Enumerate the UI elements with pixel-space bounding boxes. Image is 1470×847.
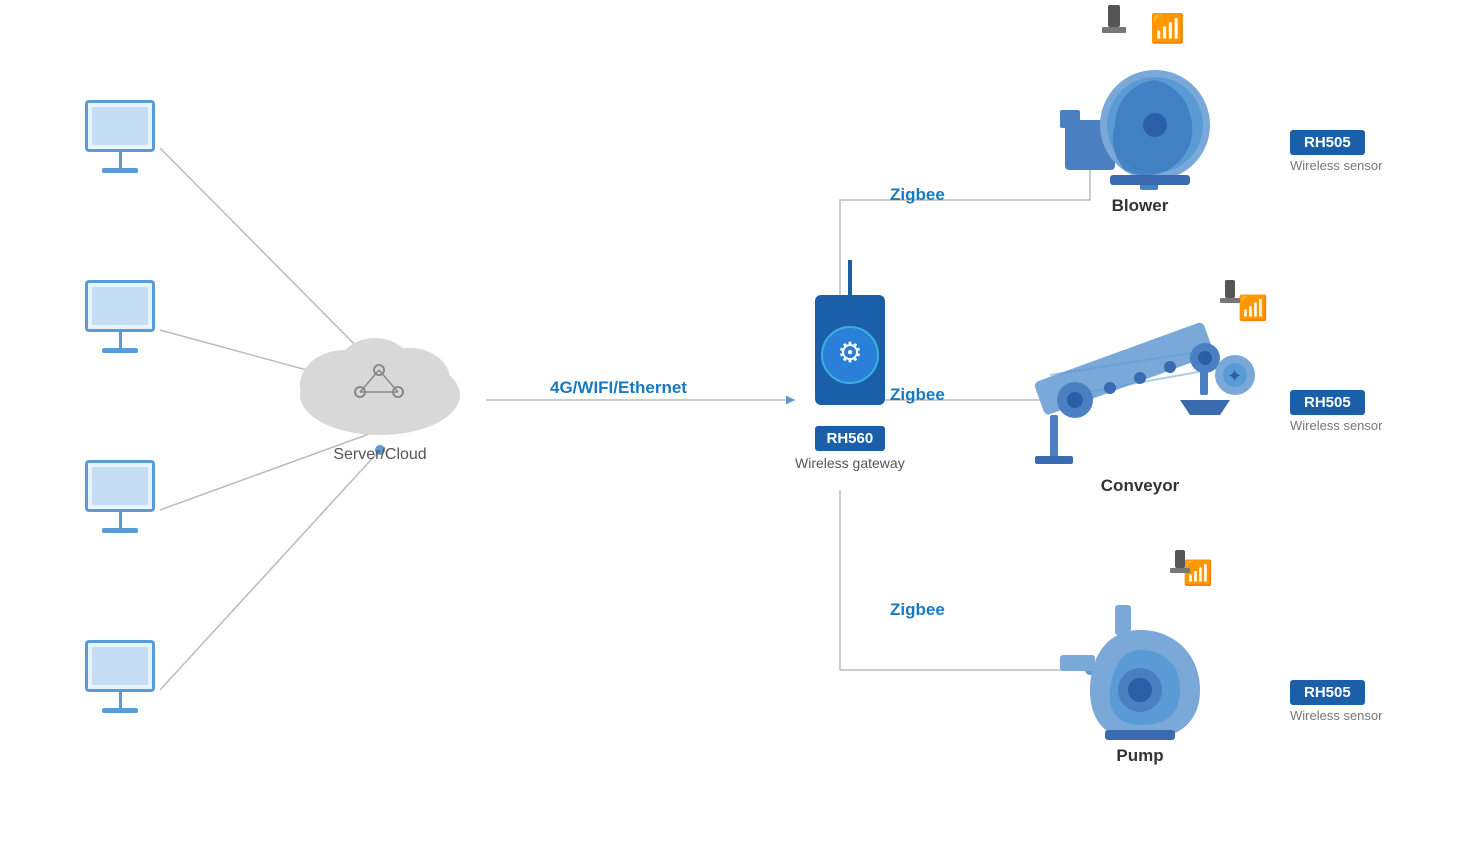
monitor-stand-4 [119, 692, 122, 708]
blower-device: 📶 Blow [1060, 60, 1220, 216]
cloud-icon [280, 310, 480, 440]
svg-text:✦: ✦ [1227, 366, 1242, 386]
monitor-4 [85, 640, 155, 713]
monitor-2 [85, 280, 155, 353]
blower-icon [1060, 60, 1220, 190]
gateway-badge: RH560 [815, 426, 886, 451]
monitor-1 [85, 100, 155, 173]
blower-sensor-top [1102, 5, 1126, 33]
conveyor-rh505: RH505 Wireless sensor [1290, 390, 1382, 433]
svg-text:📶: 📶 [1150, 12, 1185, 45]
conveyor-label: Conveyor [1101, 476, 1179, 496]
monitor-screen-1 [85, 100, 155, 152]
monitor-base-2 [102, 348, 138, 353]
zigbee-pump-label: Zigbee [890, 600, 945, 620]
monitor-screen-2 [85, 280, 155, 332]
gateway: ⚙ RH560 Wireless gateway [795, 260, 905, 471]
pump-label: Pump [1116, 746, 1163, 766]
zigbee-conveyor-label: Zigbee [890, 385, 945, 405]
monitor-screen-4 [85, 640, 155, 692]
monitor-base-1 [102, 168, 138, 173]
conveyor-icon: ✦ [1020, 320, 1260, 470]
pump-rh505-badge: RH505 [1290, 680, 1365, 705]
pump-icon [1060, 600, 1220, 740]
blower-rh505-badge: RH505 [1290, 130, 1365, 155]
pump-rh505: RH505 Wireless sensor [1290, 680, 1382, 723]
monitor-base-3 [102, 528, 138, 533]
conveyor-rh505-badge: RH505 [1290, 390, 1365, 415]
monitor-stand-2 [119, 332, 122, 348]
blower-wifi-signal: 📶 [1150, 10, 1185, 50]
gateway-icon: ⚙ [805, 260, 895, 420]
monitor-stand-3 [119, 512, 122, 528]
conveyor-wifi-signal: 📶 [1238, 290, 1270, 327]
monitor-stand-1 [119, 152, 122, 168]
monitor-screen-3 [85, 460, 155, 512]
blower-label: Blower [1112, 196, 1169, 216]
conveyor-rh505-sublabel: Wireless sensor [1290, 418, 1382, 433]
zigbee-blower-label: Zigbee [890, 185, 945, 205]
monitor-3 [85, 460, 155, 533]
pump-rh505-sublabel: Wireless sensor [1290, 708, 1382, 723]
conveyor-device: 📶 [1020, 320, 1260, 496]
svg-text:📶: 📶 [1238, 294, 1268, 322]
cloud-label: Server/Cloud [333, 446, 426, 464]
connection-label: 4G/WIFI/Ethernet [550, 378, 687, 398]
pump-sensor [1170, 550, 1190, 573]
blower-rh505: RH505 Wireless sensor [1290, 130, 1382, 173]
cloud-server: Server/Cloud [280, 310, 480, 464]
gateway-sublabel: Wireless gateway [795, 455, 905, 471]
monitor-base-4 [102, 708, 138, 713]
blower-rh505-sublabel: Wireless sensor [1290, 158, 1382, 173]
svg-text:⚙: ⚙ [837, 337, 862, 368]
pump-device: 📶 Pump [1060, 600, 1220, 766]
conveyor-sensor [1220, 280, 1240, 303]
